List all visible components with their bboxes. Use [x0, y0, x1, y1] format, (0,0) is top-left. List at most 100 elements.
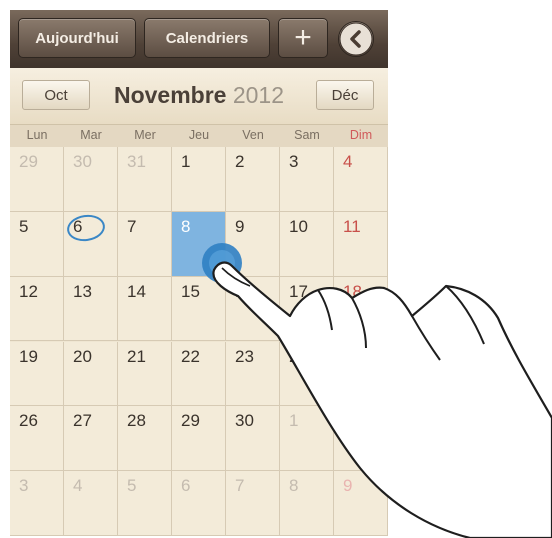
- day-number: 7: [235, 476, 245, 496]
- day-number: 24: [289, 346, 308, 366]
- day-number: 5: [19, 216, 29, 236]
- day-cell[interactable]: 20: [64, 341, 118, 407]
- day-cell[interactable]: 1: [172, 147, 226, 212]
- day-cell[interactable]: 2: [334, 406, 388, 472]
- day-cell[interactable]: 23: [226, 341, 280, 407]
- day-cell[interactable]: 9: [334, 471, 388, 536]
- day-number: 20: [73, 346, 92, 366]
- toolbar: Aujourd'hui Calendriers +: [10, 10, 388, 68]
- day-number: 18: [343, 281, 362, 301]
- today-marker: [65, 212, 107, 244]
- day-number: 8: [181, 216, 191, 236]
- day-number: 30: [73, 152, 92, 171]
- day-number: 6: [181, 476, 191, 496]
- day-number: 4: [73, 476, 83, 496]
- day-cell[interactable]: 22: [172, 341, 226, 407]
- day-number: 29: [19, 152, 38, 171]
- day-number: 11: [343, 216, 361, 236]
- day-cell[interactable]: 16: [226, 276, 280, 342]
- day-number: 4: [343, 152, 353, 171]
- day-number: 28: [127, 411, 146, 431]
- day-cell[interactable]: 7: [226, 471, 280, 536]
- day-number: 14: [127, 281, 146, 301]
- day-cell[interactable]: 27: [64, 406, 118, 472]
- year-label: 2012: [232, 82, 285, 108]
- day-number: 19: [19, 346, 38, 366]
- day-cell[interactable]: 9: [226, 211, 280, 277]
- weekday-label: Lun: [26, 128, 48, 142]
- month-grid: 29 30 31 1 2 3 4 5 6 7 8 9 10 11 12 13 14 15 16 17 18 19 20 21 2…: [10, 147, 388, 536]
- today-button[interactable]: Aujourd'hui: [18, 18, 136, 58]
- day-number: 12: [19, 281, 38, 301]
- day-number: 8: [289, 476, 299, 496]
- day-number: 13: [73, 281, 92, 301]
- chevron-left-icon: [339, 22, 373, 56]
- day-cell[interactable]: 13: [64, 276, 118, 342]
- day-cell[interactable]: 30: [226, 406, 280, 472]
- day-cell[interactable]: 3: [280, 147, 334, 212]
- day-cell[interactable]: 6: [64, 211, 118, 277]
- day-cell[interactable]: 5: [118, 471, 172, 536]
- day-number: 9: [343, 476, 353, 496]
- day-cell[interactable]: 29: [172, 406, 226, 472]
- day-number: 6: [73, 216, 83, 236]
- day-cell[interactable]: 28: [118, 406, 172, 472]
- day-cell[interactable]: 25: [334, 341, 388, 407]
- day-cell[interactable]: 24: [280, 341, 334, 407]
- day-cell[interactable]: 17: [280, 276, 334, 342]
- day-number: 27: [73, 411, 92, 431]
- day-cell[interactable]: 4: [64, 471, 118, 536]
- weekday-label: Dim: [349, 128, 373, 142]
- weekday-header: Lun Mar Mer Jeu Ven Sam Dim: [10, 124, 388, 148]
- day-cell[interactable]: 18: [334, 276, 388, 342]
- calendar-screen: Aujourd'hui Calendriers + Oct Novembre 2…: [10, 10, 388, 536]
- day-cell[interactable]: 8: [172, 211, 226, 277]
- day-cell[interactable]: 11: [334, 211, 388, 277]
- day-number: 9: [235, 216, 245, 236]
- day-cell[interactable]: 29: [10, 147, 64, 212]
- day-number: 23: [235, 346, 254, 366]
- day-number: 3: [289, 152, 299, 171]
- day-cell[interactable]: 19: [10, 341, 64, 407]
- day-cell[interactable]: 4: [334, 147, 388, 212]
- day-cell[interactable]: 8: [280, 471, 334, 536]
- day-cell[interactable]: 14: [118, 276, 172, 342]
- month-name: Novembre: [113, 82, 227, 108]
- day-cell[interactable]: 31: [118, 147, 172, 212]
- day-cell[interactable]: 30: [64, 147, 118, 212]
- day-cell[interactable]: 21: [118, 341, 172, 407]
- weekday-label: Sam: [294, 128, 320, 142]
- day-number: 10: [289, 216, 308, 236]
- day-cell[interactable]: 15: [172, 276, 226, 342]
- day-number: 25: [343, 346, 362, 366]
- day-number: 7: [127, 216, 137, 236]
- day-number: 29: [181, 411, 200, 431]
- day-number: 5: [127, 476, 137, 496]
- calendars-button[interactable]: Calendriers: [144, 18, 270, 58]
- day-number: 30: [235, 411, 254, 431]
- add-event-button[interactable]: +: [278, 18, 328, 58]
- back-button[interactable]: [338, 21, 374, 57]
- month-navigation: Oct Novembre 2012 Déc: [10, 68, 388, 124]
- day-number: 17: [289, 281, 308, 301]
- day-cell[interactable]: 6: [172, 471, 226, 536]
- day-number: 21: [127, 346, 146, 366]
- weekday-label: Mer: [134, 128, 156, 142]
- weekday-label: Jeu: [188, 128, 210, 142]
- day-cell[interactable]: 2: [226, 147, 280, 212]
- day-cell[interactable]: 12: [10, 276, 64, 342]
- day-number: 3: [19, 476, 29, 496]
- day-cell[interactable]: 5: [10, 211, 64, 277]
- day-number: 1: [289, 411, 299, 431]
- weekday-label: Ven: [242, 128, 264, 142]
- day-cell[interactable]: 7: [118, 211, 172, 277]
- day-cell[interactable]: 26: [10, 406, 64, 472]
- day-number: 16: [235, 281, 254, 301]
- day-cell[interactable]: 10: [280, 211, 334, 277]
- day-number: 1: [181, 152, 191, 171]
- day-number: 2: [235, 152, 245, 171]
- day-cell[interactable]: 3: [10, 471, 64, 536]
- day-number: 31: [127, 152, 146, 171]
- next-month-button[interactable]: Déc: [316, 80, 374, 110]
- day-cell[interactable]: 1: [280, 406, 334, 472]
